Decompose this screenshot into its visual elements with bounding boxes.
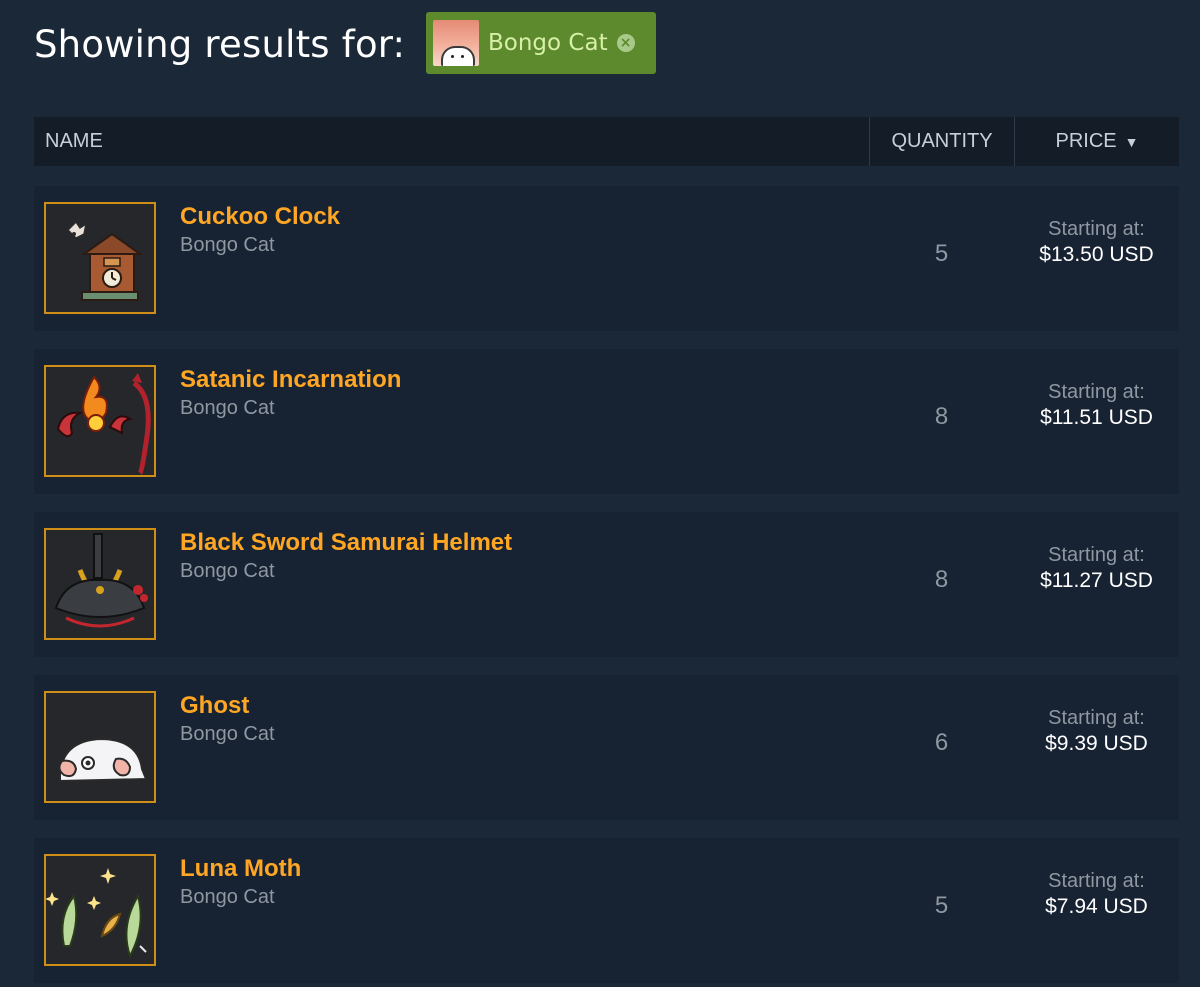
ghost-icon — [44, 691, 156, 803]
listing-row-cuckoo-clock[interactable]: Cuckoo Clock Bongo Cat 5 Starting at: $1… — [34, 186, 1179, 331]
item-game: Bongo Cat — [180, 723, 275, 745]
market-search-results: Showing results for: Bongo Cat × NAME QU… — [0, 0, 1200, 987]
item-price: Starting at: $11.51 USD — [1014, 379, 1179, 431]
price-label: Starting at: — [1048, 544, 1145, 566]
price-value: $13.50 USD — [1039, 243, 1154, 266]
cuckoo-clock-icon — [44, 202, 156, 314]
sort-descending-icon: ▼ — [1124, 133, 1139, 150]
item-name[interactable]: Cuckoo Clock — [180, 203, 340, 231]
column-header-quantity-label: QUANTITY — [891, 130, 993, 152]
item-game: Bongo Cat — [180, 886, 275, 908]
column-header-name[interactable]: NAME — [34, 117, 869, 166]
filter-tag-label: Bongo Cat — [488, 30, 608, 56]
column-header-quantity[interactable]: QUANTITY — [869, 117, 1014, 166]
item-quantity: 5 — [934, 240, 949, 267]
price-label: Starting at: — [1048, 870, 1145, 892]
price-label: Starting at: — [1048, 218, 1145, 240]
listing-row-ghost[interactable]: Ghost Bongo Cat 6 Starting at: $9.39 USD — [34, 675, 1179, 820]
listing-row-satanic-incarnation[interactable]: Satanic Incarnation Bongo Cat 8 Starting… — [34, 349, 1179, 494]
filter-tag-bongo-cat[interactable]: Bongo Cat × — [426, 12, 656, 74]
item-price: Starting at: $7.94 USD — [1014, 868, 1179, 920]
cat-icon — [441, 46, 475, 66]
close-circle-icon[interactable]: × — [616, 34, 635, 52]
price-value: $9.39 USD — [1045, 732, 1148, 755]
bongo-cat-thumbnail — [433, 20, 479, 66]
listing-row-luna-moth[interactable]: Luna Moth Bongo Cat 5 Starting at: $7.94… — [34, 838, 1179, 983]
satanic-incarnation-icon — [44, 365, 156, 477]
item-name[interactable]: Black Sword Samurai Helmet — [180, 529, 512, 557]
item-name[interactable]: Ghost — [180, 692, 249, 720]
results-title: Showing results for: — [34, 22, 406, 66]
item-quantity: 8 — [934, 566, 949, 593]
luna-moth-icon — [44, 854, 156, 966]
item-quantity: 6 — [934, 729, 949, 756]
column-header-price-label: PRICE — [1055, 130, 1117, 152]
item-price: Starting at: $9.39 USD — [1014, 705, 1179, 757]
results-table-header: NAME QUANTITY PRICE ▼ — [34, 117, 1179, 166]
price-label: Starting at: — [1048, 707, 1145, 729]
item-game: Bongo Cat — [180, 560, 275, 582]
column-header-price[interactable]: PRICE ▼ — [1014, 117, 1179, 166]
item-quantity: 5 — [934, 892, 949, 919]
item-game: Bongo Cat — [180, 397, 275, 419]
item-quantity: 8 — [934, 403, 949, 430]
price-value: $11.27 USD — [1040, 569, 1153, 592]
item-price: Starting at: $11.27 USD — [1014, 542, 1179, 594]
item-price: Starting at: $13.50 USD — [1014, 216, 1179, 268]
results-header: Showing results for: — [34, 10, 405, 78]
samurai-helmet-icon — [44, 528, 156, 640]
item-name[interactable]: Luna Moth — [180, 855, 301, 883]
price-value: $7.94 USD — [1045, 895, 1148, 918]
item-game: Bongo Cat — [180, 234, 275, 256]
price-value: $11.51 USD — [1040, 406, 1153, 429]
price-label: Starting at: — [1048, 381, 1145, 403]
listing-row-black-sword-samurai-helmet[interactable]: Black Sword Samurai Helmet Bongo Cat 8 S… — [34, 512, 1179, 657]
item-name[interactable]: Satanic Incarnation — [180, 366, 401, 394]
column-header-name-label: NAME — [45, 130, 103, 152]
